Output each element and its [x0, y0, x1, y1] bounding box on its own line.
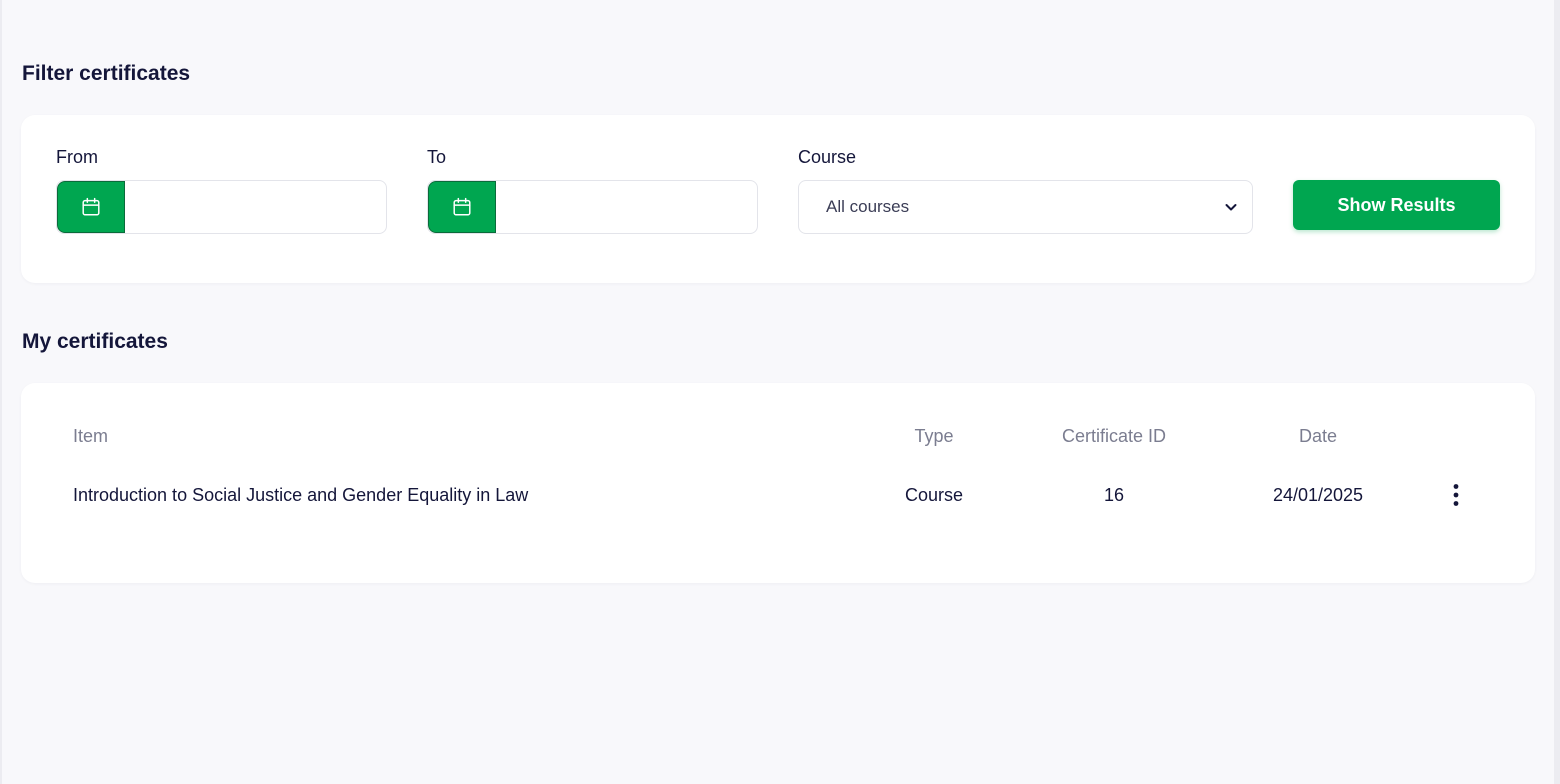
cell-certificate-id: 16	[1103, 485, 1125, 505]
from-calendar-button[interactable]	[57, 181, 125, 233]
to-date-input[interactable]	[496, 181, 757, 233]
to-date-field	[427, 180, 758, 234]
column-header-type: Type	[914, 426, 954, 446]
from-label: From	[56, 147, 98, 167]
cell-type: Course	[904, 485, 964, 505]
certificates-page: Filter certificates From To Course All c…	[0, 0, 1560, 784]
certificates-table-card: Item Type Certificate ID Date Introducti…	[21, 383, 1535, 583]
course-select-value: All courses	[826, 197, 910, 216]
show-results-button[interactable]: Show Results	[1293, 180, 1500, 230]
my-certificates-title: My certificates	[22, 330, 168, 353]
cell-date: 24/01/2025	[1272, 485, 1364, 505]
chevron-down-icon	[1225, 204, 1237, 211]
to-calendar-button[interactable]	[428, 181, 496, 233]
to-label: To	[427, 147, 447, 167]
calendar-icon	[453, 197, 471, 216]
more-vertical-icon	[1453, 484, 1459, 506]
filter-card: From To Course All courses Show Results	[21, 115, 1535, 283]
column-header-certificate-id: Certificate ID	[1061, 426, 1167, 446]
row-menu-button[interactable]	[1446, 482, 1466, 508]
calendar-icon	[82, 197, 100, 216]
course-select[interactable]: All courses	[798, 180, 1253, 234]
column-header-date: Date	[1298, 426, 1338, 446]
filter-section-title: Filter certificates	[22, 62, 191, 85]
course-label: Course	[798, 147, 857, 167]
cell-item: Introduction to Social Justice and Gende…	[73, 485, 529, 505]
from-date-input[interactable]	[125, 181, 386, 233]
from-date-field	[56, 180, 387, 234]
column-header-item: Item	[73, 426, 109, 446]
scrollbar-track[interactable]	[1554, 0, 1560, 784]
